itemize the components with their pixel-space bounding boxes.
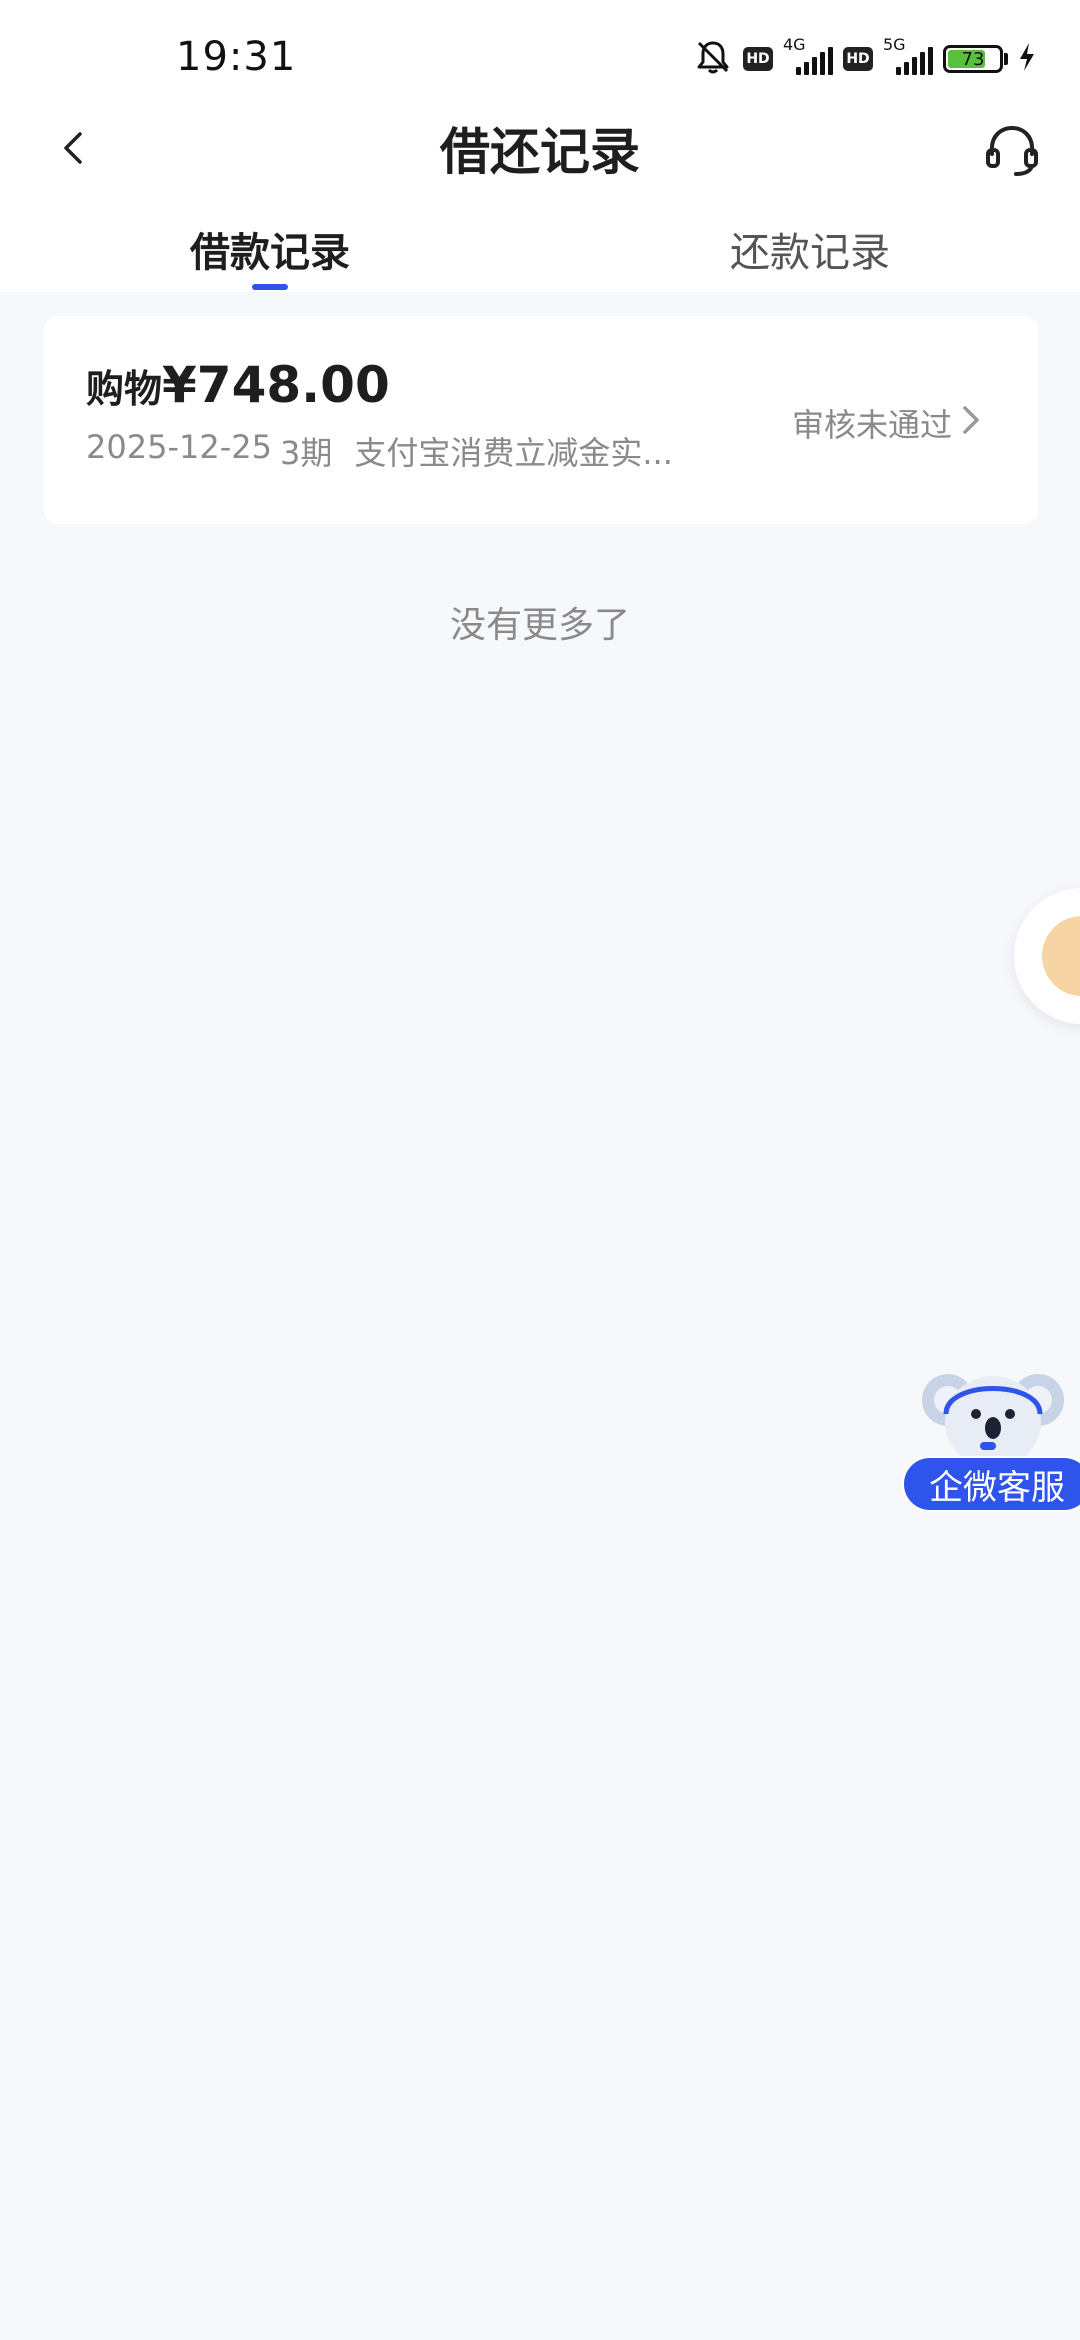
tab-borrow-records[interactable]: 借款记录 bbox=[170, 220, 370, 278]
battery-percent: 73 bbox=[961, 48, 985, 70]
status-icons: HD 4G HD 5G 73 bbox=[693, 35, 1036, 82]
hd-icon: HD bbox=[743, 47, 773, 71]
record-term: 3期 bbox=[279, 434, 333, 472]
record-description: 支付宝消费立减金实... bbox=[354, 434, 673, 472]
signal-4g-icon: 4G bbox=[783, 35, 833, 79]
record-details: 2025-12-25 3期 支付宝消费立减金实... bbox=[86, 428, 673, 474]
signal-5g-icon: 5G bbox=[883, 35, 933, 79]
status-time: 19:31 bbox=[176, 34, 297, 80]
chevron-right-icon bbox=[956, 402, 986, 438]
charging-bolt-icon bbox=[1018, 42, 1036, 76]
record-date: 2025-12-25 bbox=[86, 428, 272, 466]
side-float-widget[interactable] bbox=[1014, 888, 1080, 1024]
page-title: 借还记录 bbox=[440, 123, 640, 181]
list-end-text: 没有更多了 bbox=[449, 605, 630, 646]
customer-service-button[interactable] bbox=[980, 118, 1044, 182]
loan-record-card[interactable]: 购物 ¥748.00 2025-12-25 3期 支付宝消费立减金实... 审核… bbox=[44, 316, 1038, 524]
record-amount: ¥748.00 bbox=[162, 356, 390, 414]
side-float-icon bbox=[1042, 916, 1080, 996]
record-title: 购物 ¥748.00 bbox=[86, 356, 390, 414]
tab-repay-records[interactable]: 还款记录 bbox=[710, 220, 910, 278]
active-tab-indicator bbox=[252, 284, 288, 290]
mute-bell-icon bbox=[693, 37, 733, 81]
hd-icon: HD bbox=[843, 47, 873, 71]
record-status: 审核未通过 bbox=[791, 406, 952, 444]
battery-icon: 73 bbox=[943, 45, 1008, 73]
record-type: 购物 bbox=[86, 367, 163, 411]
wecom-service-button[interactable]: 企微客服 bbox=[902, 1456, 1080, 1512]
headset-icon bbox=[986, 125, 1038, 176]
